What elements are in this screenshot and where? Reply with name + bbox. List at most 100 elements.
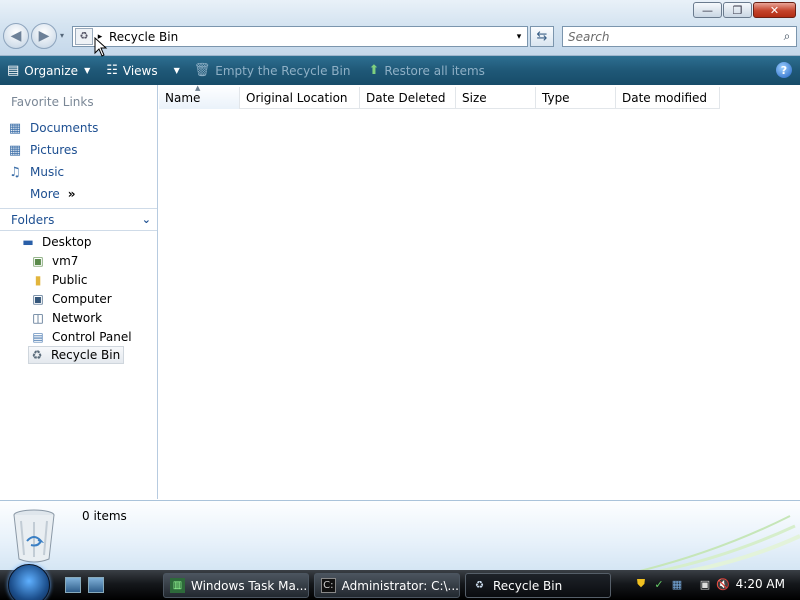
recycle-bin-icon: ♻ <box>475 580 484 591</box>
minimize-button[interactable]: — <box>693 2 722 18</box>
window-controls: — ❐ ✕ <box>693 2 796 18</box>
address-toolbar: — ❐ ✕ ◀ ▶ ▾ ♻ ▸ Recycle Bin ▾ ⇆ Search ⌕ <box>0 0 800 56</box>
windows-update-icon[interactable]: ✓ <box>652 577 666 591</box>
column-size[interactable]: Size <box>456 87 536 109</box>
task-label: Recycle Bin <box>493 578 563 593</box>
volume-muted-icon[interactable]: 🔇 <box>716 577 730 591</box>
chevron-down-icon[interactable]: ⌄ <box>142 213 151 226</box>
task-label: Administrator: C:\... <box>341 578 459 593</box>
recent-pages-dropdown[interactable]: ▾ <box>60 31 64 40</box>
tree-label: Control Panel <box>52 330 132 344</box>
column-label: Original Location <box>246 91 348 105</box>
address-dropdown-icon[interactable]: ▾ <box>511 32 527 42</box>
favorite-label: Music <box>30 165 65 179</box>
restore-arrow-icon: ⬆ <box>368 63 380 78</box>
maximize-button[interactable]: ❐ <box>723 2 752 18</box>
search-icon[interactable]: ⌕ <box>778 29 796 44</box>
taskbar: ▥ Windows Task Ma... C: Administrator: C… <box>0 564 800 600</box>
empty-recycle-bin-button[interactable]: 🗑 Empty the Recycle Bin <box>189 56 356 85</box>
command-bar: ▤ Organize ▼ ☷ Views ▼ 🗑 Empty the Recyc… <box>0 56 800 85</box>
column-label: Type <box>542 91 570 105</box>
control-panel-icon: ▤ <box>32 330 44 344</box>
taskbar-button-command-prompt[interactable]: C: Administrator: C:\... <box>314 573 460 598</box>
show-desktop-icon[interactable] <box>65 577 81 593</box>
column-date-deleted[interactable]: Date Deleted <box>360 87 456 109</box>
tree-label: vm7 <box>52 254 79 268</box>
search-box[interactable]: Search ⌕ <box>562 26 797 47</box>
taskbar-button-task-manager[interactable]: ▥ Windows Task Ma... <box>163 573 309 598</box>
column-original-location[interactable]: Original Location <box>240 87 360 109</box>
address-bar[interactable]: ♻ ▸ Recycle Bin ▾ <box>72 26 528 47</box>
column-name[interactable]: ▲ Name <box>159 84 240 109</box>
organize-icon: ▤ <box>7 63 20 78</box>
favorite-documents[interactable]: ▦ Documents <box>7 120 99 136</box>
column-headers: ▲ Name Original Location Date Deleted Si… <box>159 84 720 109</box>
switch-windows-icon[interactable] <box>88 577 104 593</box>
tree-label: Recycle Bin <box>51 348 121 362</box>
security-alert-icon[interactable]: ⛊ <box>634 577 648 591</box>
folders-header[interactable]: Folders ⌄ <box>0 208 157 231</box>
favorite-label: Pictures <box>30 143 78 157</box>
column-label: Date modified <box>622 91 708 105</box>
favorite-pictures[interactable]: ▦ Pictures <box>7 142 78 158</box>
music-icon: ♫ <box>9 164 21 180</box>
windows-defender-icon[interactable]: ▦ <box>670 577 684 591</box>
tree-item-public[interactable]: ▮ Public <box>30 271 88 289</box>
chevron-down-icon: ▼ <box>173 66 180 75</box>
recycle-bin-icon <box>13 509 55 563</box>
folder-icon: ▮ <box>34 273 42 287</box>
decorative-swoosh <box>639 515 800 570</box>
close-button[interactable]: ✕ <box>753 2 796 18</box>
tree-item-recycle-bin[interactable]: ♻ Recycle Bin <box>28 346 125 364</box>
refresh-icon: ⇆ <box>536 29 548 44</box>
tree-item-desktop[interactable]: ▬ Desktop <box>20 233 91 251</box>
column-date-modified[interactable]: Date modified <box>616 87 720 109</box>
more-spacer <box>7 186 23 202</box>
favorite-more[interactable]: More » <box>7 186 76 202</box>
recycle-bin-icon: 🗑 <box>193 63 211 78</box>
network-status-icon[interactable]: ▣ <box>698 577 712 591</box>
favorite-links-heading: Favorite Links <box>11 95 94 109</box>
forward-button[interactable]: ▶ <box>31 23 57 49</box>
address-path[interactable]: Recycle Bin <box>107 30 511 44</box>
mouse-cursor-icon <box>94 37 108 57</box>
user-folder-icon: ▣ <box>32 254 44 268</box>
views-label: Views <box>122 63 158 78</box>
help-icon[interactable]: ? <box>776 62 792 78</box>
clock[interactable]: 4:20 AM <box>736 577 785 591</box>
views-button[interactable]: ☷ Views ▼ <box>101 56 185 85</box>
views-icon: ☷ <box>106 63 118 78</box>
organize-button[interactable]: ▤ Organize ▼ <box>2 56 95 85</box>
tree-label: Network <box>52 311 103 325</box>
column-type[interactable]: Type <box>536 87 616 109</box>
search-input[interactable]: Search <box>563 30 778 44</box>
desktop-icon: ▬ <box>22 235 34 249</box>
refresh-button[interactable]: ⇆ <box>530 26 554 47</box>
taskbar-button-recycle-bin[interactable]: ♻ Recycle Bin <box>465 573 611 598</box>
tree-item-control-panel[interactable]: ▤ Control Panel <box>30 328 132 346</box>
empty-recycle-bin-label: Empty the Recycle Bin <box>215 63 351 78</box>
command-prompt-icon: C: <box>321 578 336 593</box>
restore-all-button[interactable]: ⬆ Restore all items <box>363 56 489 85</box>
chevron-down-icon: ▼ <box>84 66 91 75</box>
file-list[interactable]: ▲ Name Original Location Date Deleted Si… <box>159 84 800 499</box>
pictures-icon: ▦ <box>8 142 22 158</box>
double-chevron-right-icon: » <box>67 187 76 201</box>
back-arrow-icon: ◀ <box>10 28 22 44</box>
tree-item-computer[interactable]: ▣ Computer <box>30 290 111 308</box>
computer-icon: ▣ <box>32 292 44 306</box>
favorite-music[interactable]: ♫ Music <box>7 164 64 180</box>
task-manager-icon: ▥ <box>170 578 185 593</box>
column-label: Name <box>165 91 201 105</box>
back-button[interactable]: ◀ <box>3 23 29 49</box>
network-icon: ◫ <box>32 311 44 325</box>
favorite-label: Documents <box>30 121 99 135</box>
navigation-pane: Favorite Links ▦ Documents ▦ Pictures ♫ … <box>0 85 158 499</box>
restore-all-label: Restore all items <box>384 63 485 78</box>
details-pane: 0 items <box>0 500 800 570</box>
column-label: Date Deleted <box>366 91 446 105</box>
tree-item-network[interactable]: ◫ Network <box>30 309 102 327</box>
start-button[interactable] <box>8 564 50 600</box>
tree-item-vm7[interactable]: ▣ vm7 <box>30 252 78 270</box>
documents-icon: ▦ <box>8 120 22 136</box>
